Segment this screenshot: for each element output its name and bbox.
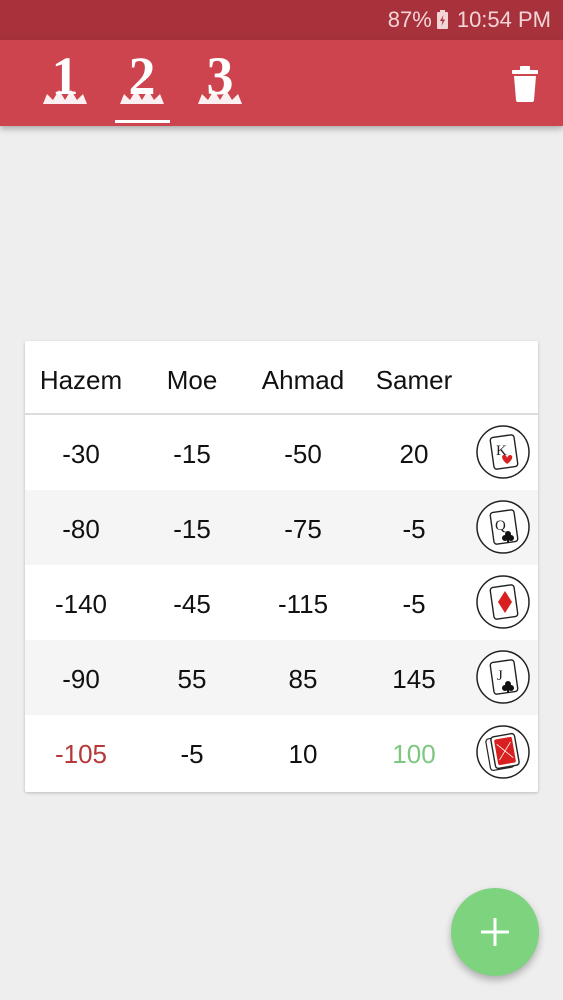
jack-of-clubs-card-icon: J — [476, 650, 530, 704]
score-cell: -75 — [284, 514, 322, 544]
score-cell: -140 — [54, 589, 108, 619]
score-cell: -90 — [62, 664, 100, 694]
status-bar: 87% 10:54 PM — [0, 0, 563, 40]
score-cell: 20 — [399, 439, 429, 469]
score-cell: -5 — [402, 589, 426, 619]
tab-3[interactable]: 3 — [190, 40, 250, 126]
table-header: Hazem Moe Ahmad Samer — [25, 341, 538, 415]
score-table: Hazem Moe Ahmad Samer -30 -15 -50 20 K -… — [25, 341, 538, 792]
plus-icon — [481, 918, 509, 946]
score-cell: -15 — [173, 439, 211, 469]
table-row[interactable]: -80 -15 -75 -5 Q — [25, 490, 538, 565]
crown-icon — [43, 90, 87, 104]
score-cell: 10 — [288, 739, 318, 769]
score-cell: 85 — [288, 664, 318, 694]
table-row[interactable]: -105 -5 10 100 — [25, 715, 538, 790]
card-back-icon — [476, 725, 530, 779]
king-of-hearts-card-icon: K — [476, 425, 530, 479]
score-cell: -115 — [277, 589, 329, 619]
score-cell: -80 — [62, 514, 100, 544]
player-name-samer: Samer — [375, 365, 453, 395]
battery-charging-icon — [436, 10, 448, 29]
score-cell: -5 — [402, 514, 426, 544]
svg-text:Q: Q — [495, 518, 506, 534]
score-cell-highest: 100 — [392, 739, 436, 769]
queen-of-clubs-card-icon: Q — [476, 500, 530, 554]
crown-icon — [198, 90, 242, 104]
table-row[interactable]: -140 -45 -115 -5 — [25, 565, 538, 640]
table-row[interactable]: -30 -15 -50 20 K — [25, 415, 538, 490]
score-cell: -50 — [284, 439, 322, 469]
player-name-ahmad: Ahmad — [261, 365, 345, 395]
diamond-card-icon — [476, 575, 530, 629]
player-name-hazem: Hazem — [39, 365, 123, 395]
table-row[interactable]: -90 55 85 145 J — [25, 640, 538, 715]
tab-1[interactable]: 1 — [35, 40, 95, 126]
svg-text:J: J — [497, 668, 503, 684]
trash-icon[interactable] — [508, 64, 542, 104]
score-cell: -5 — [180, 739, 204, 769]
player-name-moe: Moe — [166, 365, 218, 395]
app-bar: 1 2 3 — [0, 40, 563, 126]
score-cell: 145 — [392, 664, 436, 694]
clock: 10:54 PM — [456, 7, 551, 32]
score-cell: -30 — [62, 439, 100, 469]
selected-tab-indicator — [115, 120, 170, 123]
score-cell: -45 — [173, 589, 211, 619]
battery-percent: 87% — [387, 7, 432, 32]
add-round-button[interactable] — [451, 888, 539, 976]
tab-2[interactable]: 2 — [112, 40, 172, 126]
score-cell: 55 — [177, 664, 207, 694]
score-cell-lowest: -105 — [54, 739, 108, 769]
crown-icon — [120, 90, 164, 104]
score-cell: -15 — [173, 514, 211, 544]
